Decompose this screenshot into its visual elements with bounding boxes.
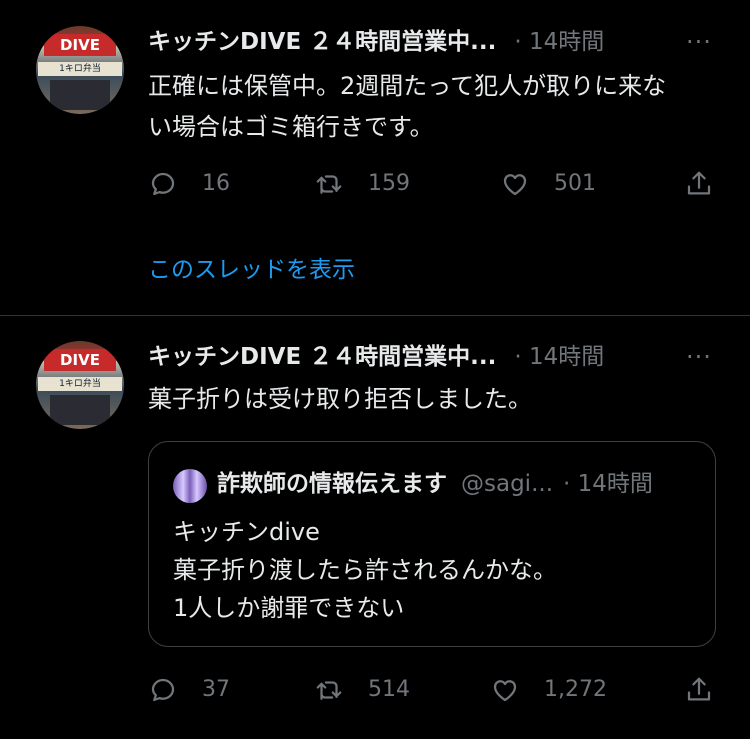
quoted-text-line: キッチンdive <box>173 518 320 546</box>
tweet-text: 正確には保管中。2週間たって犯人が取りに来な い場合はゴミ箱行きです。 <box>148 66 728 148</box>
retweet-icon <box>316 175 342 194</box>
avatar-sign: DIVE <box>44 34 116 56</box>
share-button[interactable] <box>684 164 738 204</box>
quoted-header: 詐欺師の情報伝えます @sagi... · 14時間 <box>217 464 653 504</box>
quoted-text: キッチンdive 菓子折り渡したら許されるんかな。 1人しか謝罪できない <box>173 513 557 627</box>
like-count: 501 <box>554 171 596 196</box>
avatar[interactable]: DIVE 1キロ弁当 <box>36 341 124 429</box>
retweet-count: 159 <box>368 171 410 196</box>
avatar-banner: 1キロ弁当 <box>38 377 122 391</box>
retweet-button[interactable]: 514 <box>314 670 410 710</box>
show-thread-link[interactable]: このスレッドを表示 <box>148 254 355 286</box>
timestamp[interactable]: · 14時間 <box>514 344 604 370</box>
tweet-header: キッチンDIVE ２４時間営業中... · 14時間 <box>148 341 604 373</box>
reply-icon <box>151 678 175 702</box>
share-button[interactable] <box>684 670 738 710</box>
quoted-text-line: 菓子折り渡したら許されるんかな。 <box>173 556 557 584</box>
more-icon[interactable]: ··· <box>686 341 712 373</box>
tweet-text: 菓子折りは受け取り拒否しました。 <box>148 379 728 420</box>
quoted-avatar <box>173 469 207 503</box>
more-icon[interactable]: ··· <box>686 26 712 58</box>
reply-count: 37 <box>202 677 230 702</box>
avatar[interactable]: DIVE 1キロ弁当 <box>36 26 124 114</box>
tweet-text-line: 菓子折りは受け取り拒否しました。 <box>148 385 532 413</box>
share-icon <box>687 677 711 701</box>
reply-button[interactable]: 37 <box>148 670 230 710</box>
share-icon <box>687 171 711 195</box>
avatar-banner: 1キロ弁当 <box>38 62 122 76</box>
like-icon <box>503 174 527 196</box>
display-name[interactable]: キッチンDIVE ２４時間営業中... <box>148 344 496 370</box>
timestamp[interactable]: · 14時間 <box>514 29 604 55</box>
action-bar: 37 514 1,272 <box>0 670 750 710</box>
like-count: 1,272 <box>544 677 607 702</box>
reply-icon <box>151 172 175 196</box>
avatar-storefront <box>50 395 110 425</box>
retweet-count: 514 <box>368 677 410 702</box>
reply-count: 16 <box>202 171 230 196</box>
tweet-text-line: い場合はゴミ箱行きです。 <box>148 113 434 141</box>
quoted-display-name: 詐欺師の情報伝えます <box>217 471 447 497</box>
tweet[interactable]: DIVE 1キロ弁当 キッチンDIVE ２４時間営業中... · 14時間 ···… <box>0 26 750 316</box>
quoted-tweet[interactable]: 詐欺師の情報伝えます @sagi... · 14時間 キッチンdive 菓子折り渡し… <box>148 441 716 647</box>
like-button[interactable]: 1,272 <box>490 670 607 710</box>
avatar-storefront <box>50 80 110 110</box>
divider <box>0 315 750 316</box>
quoted-text-line: 1人しか謝罪できない <box>173 594 405 622</box>
tweet-header: キッチンDIVE ２４時間営業中... · 14時間 <box>148 26 604 58</box>
display-name[interactable]: キッチンDIVE ２４時間営業中... <box>148 29 496 55</box>
reply-button[interactable]: 16 <box>148 164 230 204</box>
like-button[interactable]: 501 <box>500 164 596 204</box>
avatar-sign: DIVE <box>44 349 116 371</box>
quoted-timestamp: · 14時間 <box>563 471 653 497</box>
retweet-icon <box>316 681 342 700</box>
quoted-handle: @sagi... <box>461 471 553 497</box>
tweet-text-line: 正確には保管中。2週間たって犯人が取りに来な <box>148 72 667 100</box>
action-bar: 16 159 501 <box>0 164 750 204</box>
like-icon <box>493 680 517 702</box>
retweet-button[interactable]: 159 <box>314 164 410 204</box>
